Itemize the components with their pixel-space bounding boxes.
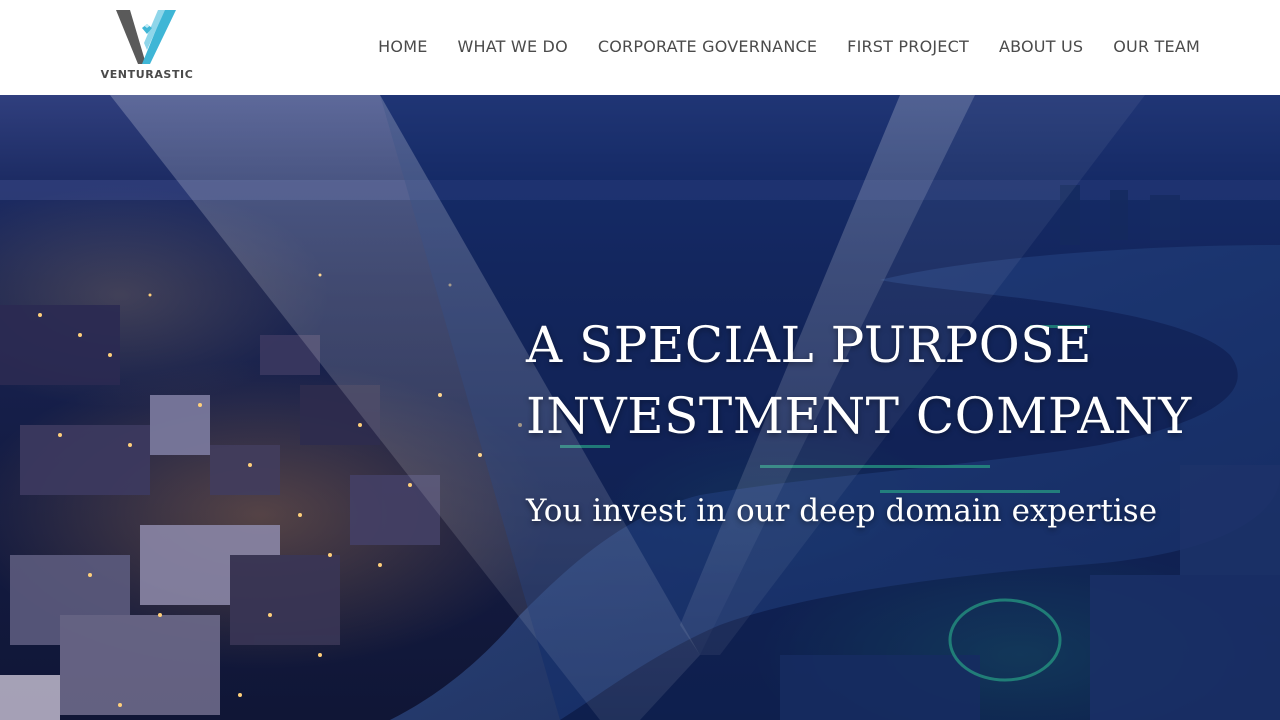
nav-home[interactable]: HOME: [378, 37, 427, 56]
venturastic-logo[interactable]: VENTURASTIC: [96, 10, 198, 82]
v-diamond-logo-icon: [116, 10, 176, 64]
hero-banner: A SPECIAL PURPOSE INVESTMENT COMPANY You…: [0, 95, 1280, 720]
hero-subtitle: You invest in our deep domain expertise: [526, 493, 1158, 529]
nav-first-project[interactable]: FIRST PROJECT: [847, 37, 969, 56]
nav-our-team[interactable]: OUR TEAM: [1113, 37, 1200, 56]
nav-about-us[interactable]: ABOUT US: [999, 37, 1083, 56]
site-header: VENTURASTIC HOME WHAT WE DO CORPORATE GO…: [0, 0, 1280, 95]
main-nav: HOME WHAT WE DO CORPORATE GOVERNANCE FIR…: [378, 37, 1200, 56]
nav-corporate-governance[interactable]: CORPORATE GOVERNANCE: [598, 37, 817, 56]
hero-title: A SPECIAL PURPOSE INVESTMENT COMPANY: [526, 316, 1192, 445]
logo-text: VENTURASTIC: [100, 68, 194, 81]
nav-what-we-do[interactable]: WHAT WE DO: [458, 37, 568, 56]
